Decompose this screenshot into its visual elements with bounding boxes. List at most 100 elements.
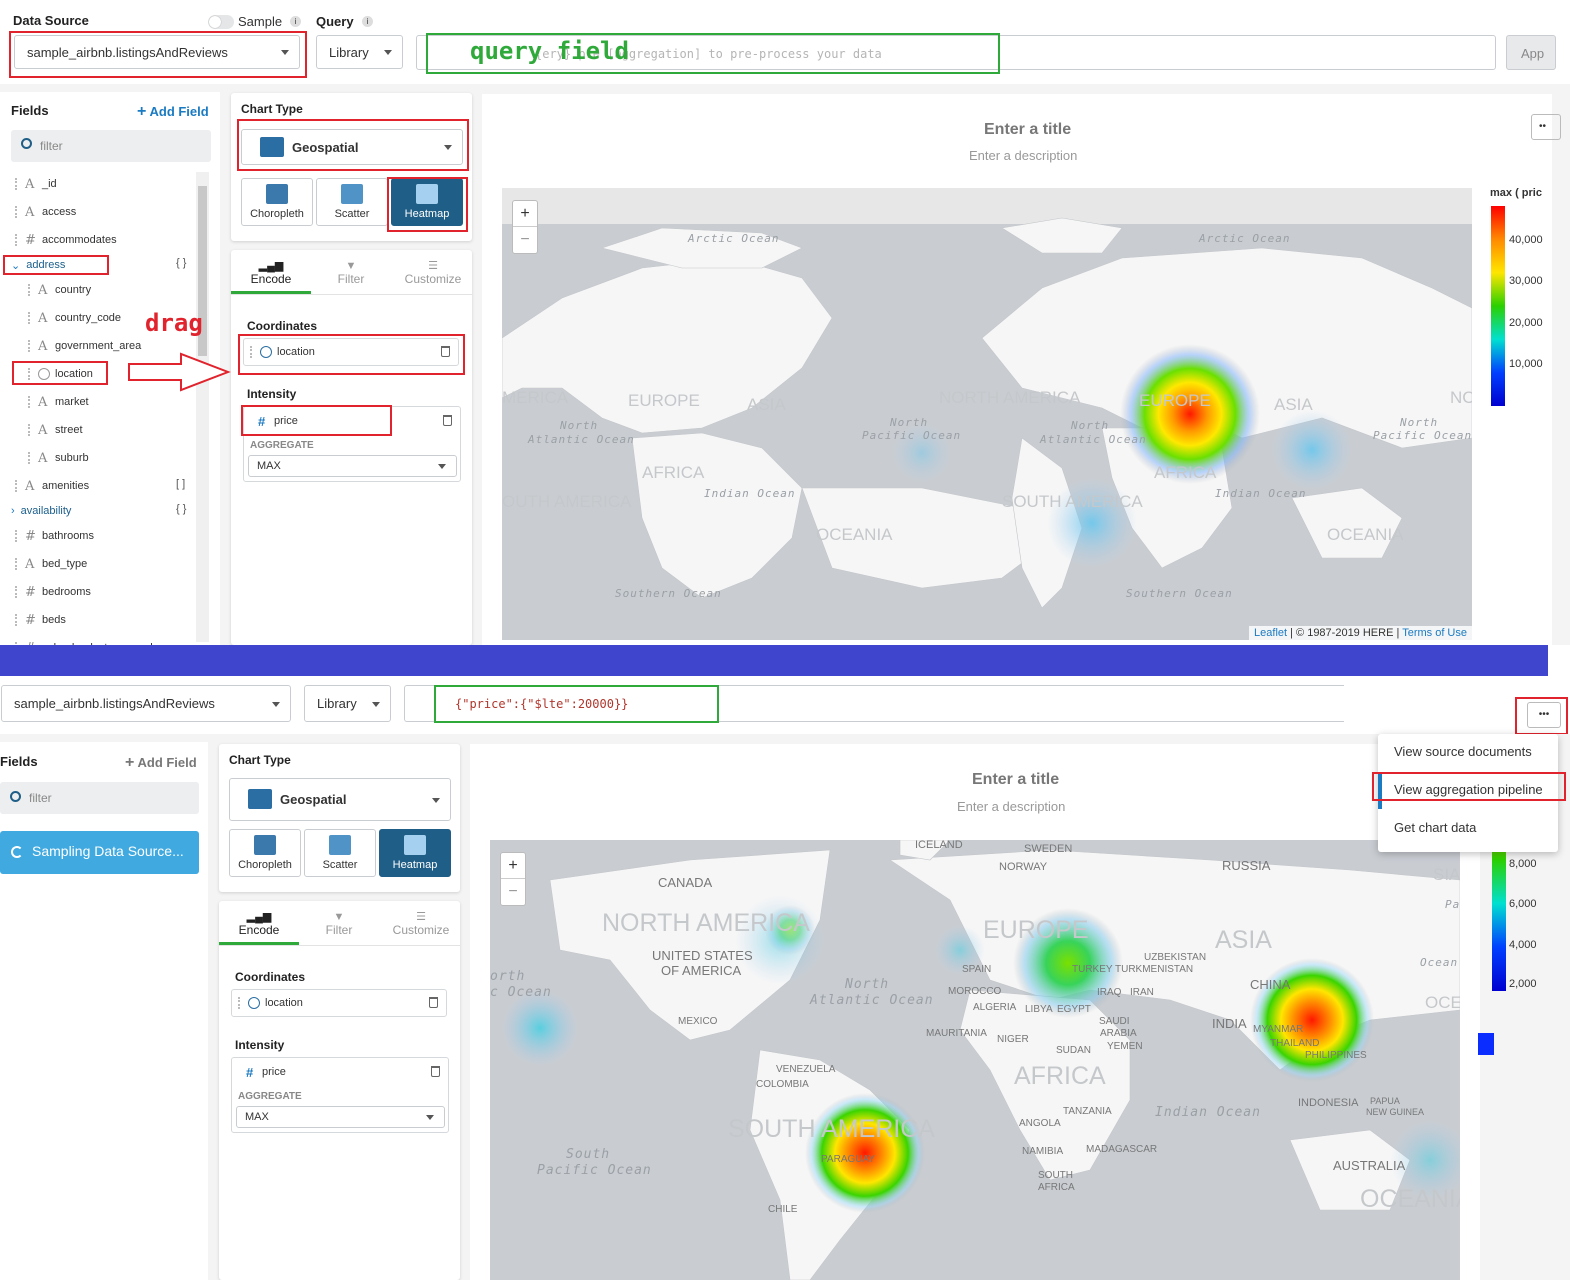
aggregate-select[interactable]: MAX [248, 455, 457, 477]
field-item-accommodates[interactable]: # accommodates [15, 229, 117, 251]
map-label: NIGER [997, 1034, 1029, 1045]
filter-input[interactable]: filter [0, 782, 199, 814]
drag-handle-icon[interactable] [15, 530, 21, 542]
heatmap-tile[interactable]: Heatmap [379, 829, 451, 877]
terms-link[interactable]: Terms of Use [1402, 627, 1467, 639]
chart-description[interactable]: Enter a description [957, 799, 1065, 814]
tab-encode[interactable]: ▂▄▆ Encode [231, 260, 311, 286]
field-label: street [55, 424, 83, 436]
drag-handle-icon[interactable] [15, 558, 21, 570]
zoom-in-button[interactable]: + [501, 853, 525, 879]
field-item-bathrooms[interactable]: # bathrooms [15, 525, 94, 547]
drag-handle-icon[interactable] [15, 586, 21, 598]
field-item-suburb[interactable]: Asuburb [28, 447, 89, 469]
library-button[interactable]: Library [316, 35, 403, 69]
drag-handle-icon[interactable] [28, 284, 34, 296]
more-options-button[interactable]: •• [1531, 114, 1561, 140]
filter-icon: ▼ [345, 260, 357, 272]
field-item-market[interactable]: Amarket [28, 391, 89, 413]
library-button[interactable]: Library [304, 685, 391, 722]
add-field-button[interactable]: + Add Field [137, 103, 209, 121]
map-label: NORTH AMERICA [602, 909, 810, 937]
field-item-bed_type[interactable]: Abed_type [15, 553, 87, 575]
drag-handle-icon[interactable] [15, 480, 21, 492]
field-label: access [42, 206, 77, 218]
info-icon[interactable]: i [290, 16, 301, 27]
attribution-text: | © 1987-2019 HERE | [1290, 627, 1400, 639]
drag-handle-icon[interactable] [15, 614, 21, 626]
drag-handle-icon[interactable] [28, 424, 34, 436]
intensity-field[interactable]: # price AGGREGATE MAX [231, 1057, 449, 1133]
drag-handle-icon[interactable] [15, 206, 21, 218]
coordinates-field[interactable]: location [231, 989, 447, 1017]
apply-button[interactable]: App [1506, 35, 1556, 70]
chart-description[interactable]: Enter a description [969, 148, 1077, 163]
choropleth-tile[interactable]: Choropleth [229, 829, 301, 877]
tab-encode[interactable]: ▂▄▆ Encode [219, 911, 299, 937]
trash-icon[interactable] [429, 997, 438, 1008]
info-icon[interactable]: i [362, 16, 373, 27]
map[interactable]: ICELAND SWEDEN NORWAY RUSSIA CANADA NORT… [490, 840, 1460, 1280]
sample-toggle[interactable] [208, 15, 234, 29]
zoom-out-button[interactable]: − [501, 879, 525, 905]
sampling-data-source-button[interactable]: Sampling Data Source... [0, 831, 199, 874]
map[interactable]: Arctic Ocean Arctic Ocean MERICA EUROPE … [502, 188, 1472, 640]
scrollbar[interactable] [196, 172, 209, 642]
trash-icon[interactable] [443, 415, 452, 426]
drag-handle-icon[interactable] [15, 178, 21, 190]
field-item-access[interactable]: Aaccess [15, 201, 76, 223]
aggregate-select[interactable]: MAX [236, 1106, 445, 1128]
add-field-button[interactable]: + Add Field [125, 754, 197, 772]
field-item-street[interactable]: Astreet [28, 419, 83, 441]
chart-title[interactable]: Enter a title [972, 771, 1059, 789]
field-item-availability[interactable]: › availability [11, 500, 71, 522]
leaflet-link[interactable]: Leaflet [1254, 627, 1287, 639]
zoom-out-button[interactable]: − [513, 227, 537, 253]
menu-item-get-chart-data[interactable]: Get chart data [1394, 820, 1476, 835]
field-item-country_code[interactable]: Acountry_code [28, 307, 121, 329]
legend-tick: 10,000 [1509, 358, 1543, 370]
tab-customize[interactable]: ☰ Customize [393, 260, 473, 286]
menu-item-view-source-documents[interactable]: View source documents [1394, 744, 1532, 759]
field-item-calendar_last_scraped[interactable]: #calendar_last_scraped [15, 637, 153, 645]
map-label: COLOMBIA [756, 1079, 809, 1090]
map-label: North [844, 977, 889, 992]
scatter-tile[interactable]: Scatter [316, 178, 388, 226]
map-label: EGYPT [1057, 1004, 1091, 1015]
drag-handle-icon[interactable] [28, 452, 34, 464]
query-annotation: query field [470, 37, 629, 65]
chevron-down-icon [438, 464, 446, 469]
drag-handle-icon[interactable] [15, 234, 21, 246]
trash-icon[interactable] [431, 1066, 440, 1077]
map-label: North [1399, 416, 1438, 429]
tab-filter[interactable]: ▼ Filter [299, 911, 379, 937]
field-item-government_area[interactable]: Agovernment_area [28, 335, 141, 357]
scatter-tile[interactable]: Scatter [304, 829, 376, 877]
filter-input[interactable]: filter [11, 130, 211, 162]
field-item-beds[interactable]: # beds [15, 609, 66, 631]
field-item-amenities[interactable]: Aamenities [15, 475, 89, 497]
globe-icon [248, 997, 260, 1009]
choropleth-tile[interactable]: Choropleth [241, 178, 313, 226]
field-item-bedrooms[interactable]: # bedrooms [15, 581, 91, 603]
chart-title[interactable]: Enter a title [984, 121, 1071, 139]
drag-handle-icon[interactable] [28, 340, 34, 352]
chart-type-select[interactable]: Geospatial [229, 778, 451, 821]
tab-filter[interactable]: ▼ Filter [311, 260, 391, 286]
zoom-in-button[interactable]: + [513, 201, 537, 227]
map-label: Arctic Ocean [687, 232, 779, 245]
field-item-country[interactable]: Acountry [28, 279, 91, 301]
map-label: PARAGUAY [821, 1154, 875, 1165]
data-source-select[interactable]: sample_airbnb.listingsAndReviews [1, 685, 291, 722]
string-type-icon: A [25, 556, 35, 572]
intensity-label: Intensity [235, 1038, 285, 1052]
tab-customize[interactable]: ☰ Customize [381, 911, 461, 937]
drag-handle-icon[interactable] [28, 396, 34, 408]
scatter-icon [329, 835, 351, 855]
drag-handle-icon[interactable] [28, 312, 34, 324]
field-item-_id[interactable]: A _id [15, 173, 57, 195]
map-label: NORWAY [999, 861, 1048, 873]
field-label: availability [20, 505, 72, 517]
string-type-icon: A [38, 422, 48, 438]
map-label: SUDAN [1056, 1045, 1091, 1056]
